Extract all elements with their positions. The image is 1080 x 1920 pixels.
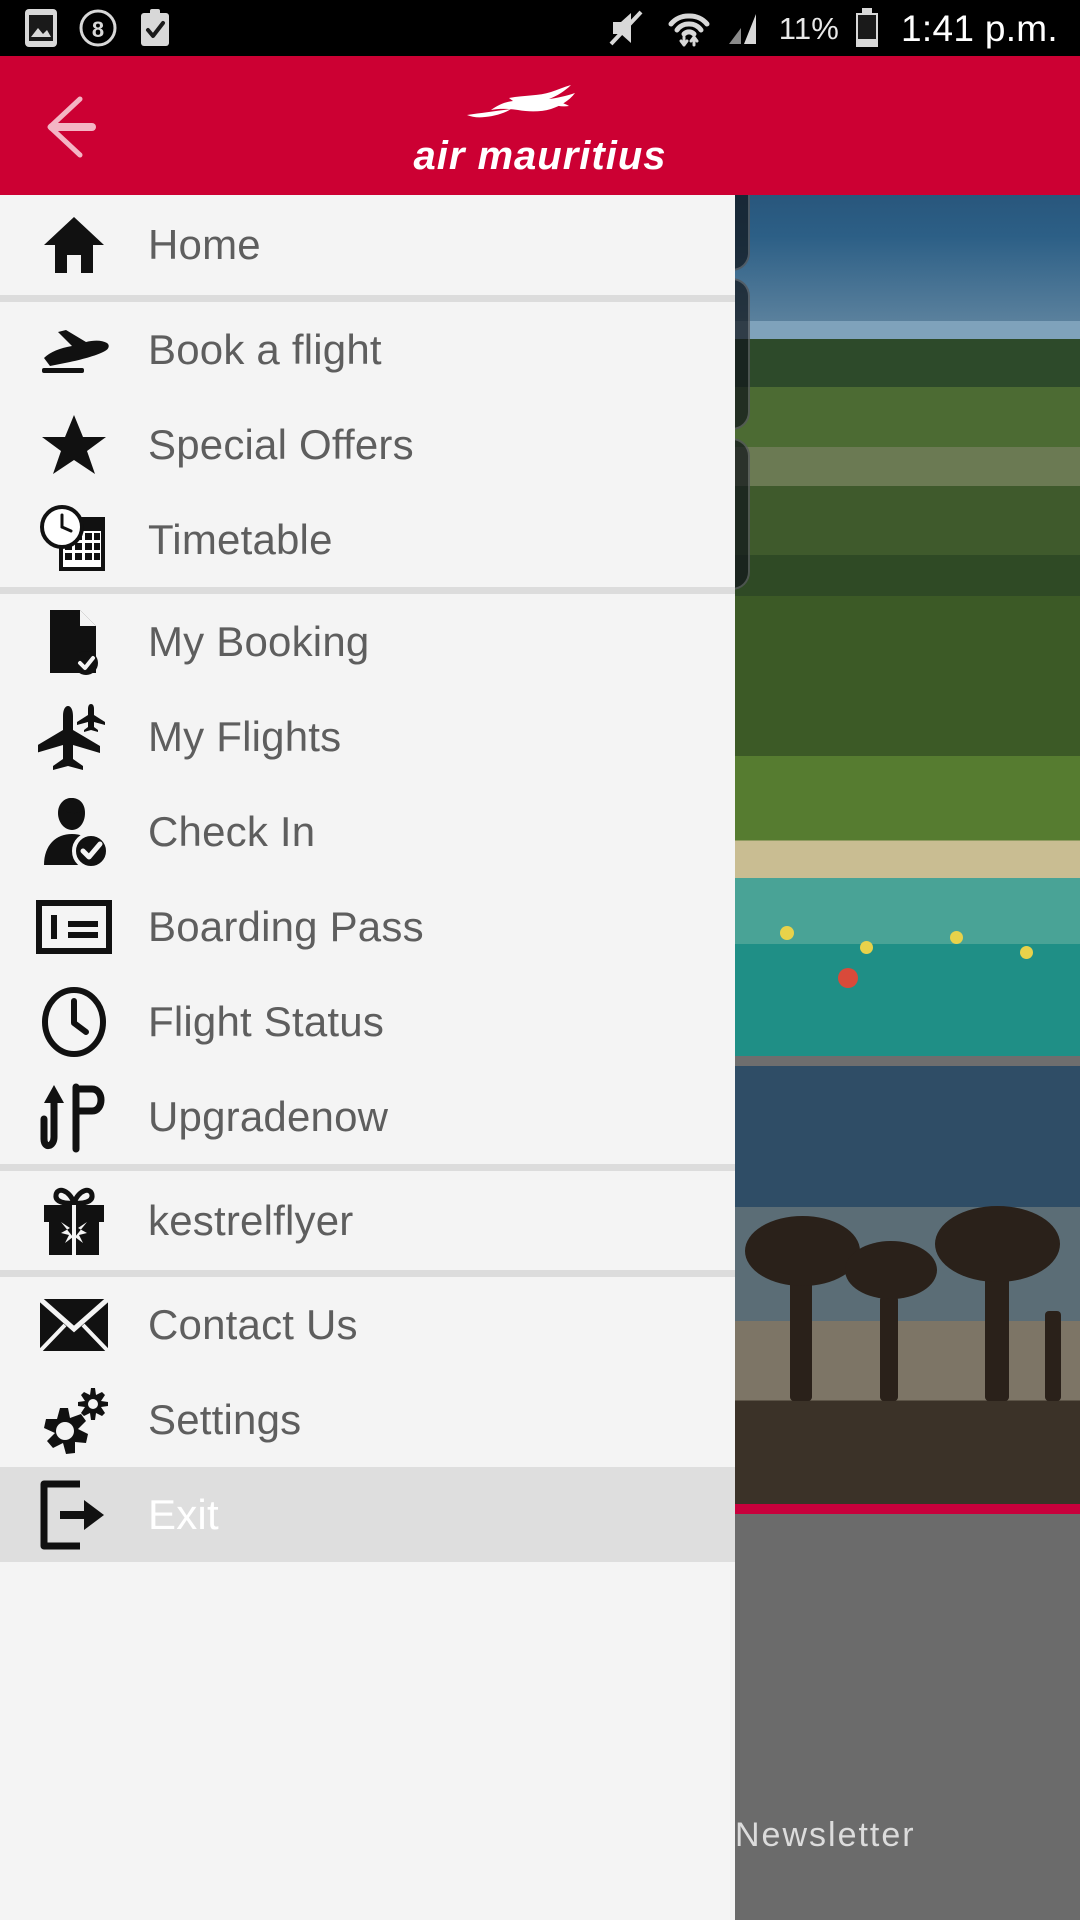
photo-icon	[24, 8, 58, 48]
circle-8-icon: 8	[78, 8, 118, 48]
sidebar-item-special-offers[interactable]: Special Offers	[0, 397, 735, 492]
sidebar-item-label: Flight Status	[148, 997, 385, 1045]
sidebar-item-label: kestrelflyer	[148, 1196, 354, 1244]
sidebar-item-boarding-pass[interactable]: Boarding Pass	[0, 879, 735, 974]
sidebar-item-timetable[interactable]: Timetable	[0, 492, 735, 587]
background-newsletter-label[interactable]: Newsletter	[735, 1816, 916, 1855]
battery-percent-label: 11%	[778, 10, 840, 46]
star-icon	[0, 397, 148, 492]
sidebar-item-my-flights[interactable]: My Flights	[0, 689, 735, 784]
gift-icon	[0, 1173, 148, 1268]
sidebar-item-flight-status[interactable]: Flight Status	[0, 974, 735, 1069]
clock-calendar-icon	[0, 492, 148, 587]
signal-icon	[725, 8, 765, 48]
airplane-takeoff-icon	[0, 302, 148, 397]
svg-text:8: 8	[92, 17, 104, 42]
sidebar-item-label: Special Offers	[148, 420, 414, 468]
sidebar-item-settings[interactable]: Settings	[0, 1372, 735, 1467]
sidebar-item-label: Book a flight	[148, 325, 382, 373]
sidebar-item-label: My Booking	[148, 617, 370, 665]
brand-logo: air mauritius	[0, 80, 1080, 180]
drawer-group-main: Home	[0, 195, 735, 295]
drawer-group-booking: Book a flight Special Offers Timetable	[0, 295, 735, 587]
boarding-pass-icon	[0, 879, 148, 974]
status-bar: 8 11% 1:41 p.m.	[0, 0, 1080, 56]
sidebar-item-label: Boarding Pass	[148, 902, 424, 950]
gears-icon	[0, 1372, 148, 1467]
sidebar-item-kestrelflyer[interactable]: kestrelflyer	[0, 1171, 735, 1270]
person-check-icon	[0, 784, 148, 879]
navigation-drawer: Home Book a flight Special Offers Timeta…	[0, 195, 735, 1920]
sidebar-item-label: Check In	[148, 807, 316, 855]
wifi-icon	[667, 7, 711, 49]
document-check-icon	[0, 594, 148, 689]
drawer-group-trip: My Booking My Flights Check In Boarding …	[0, 587, 735, 1164]
sidebar-item-upgradenow[interactable]: Upgradenow	[0, 1069, 735, 1164]
sidebar-item-home[interactable]: Home	[0, 195, 735, 295]
sidebar-item-label: Exit	[148, 1490, 219, 1538]
sidebar-item-label: My Flights	[148, 712, 342, 760]
clock-outline-icon	[0, 974, 148, 1069]
battery-icon	[853, 7, 881, 49]
sidebar-item-my-booking[interactable]: My Booking	[0, 594, 735, 689]
sidebar-item-label: Contact Us	[148, 1300, 358, 1348]
drawer-group-loyalty: kestrelflyer	[0, 1164, 735, 1270]
envelope-icon	[0, 1277, 148, 1372]
clock-label: 1:41 p.m.	[901, 7, 1058, 49]
sidebar-item-check-in[interactable]: Check In	[0, 784, 735, 879]
airplane-plus-icon	[0, 689, 148, 784]
tropicbird-logo-icon	[465, 82, 615, 132]
drawer-group-support: Contact Us Settings Exit	[0, 1270, 735, 1562]
upgrade-arrow-p-icon	[0, 1069, 148, 1164]
sidebar-item-label: Settings	[148, 1395, 302, 1443]
sidebar-item-contact-us[interactable]: Contact Us	[0, 1277, 735, 1372]
sidebar-item-label: Timetable	[148, 515, 333, 563]
mute-icon	[607, 8, 653, 48]
sidebar-item-label: Home	[148, 221, 261, 268]
home-icon	[0, 198, 148, 293]
sidebar-item-book-a-flight[interactable]: Book a flight	[0, 302, 735, 397]
exit-door-icon	[0, 1467, 148, 1562]
sidebar-item-label: Upgradenow	[148, 1092, 389, 1140]
app-screen: Newsletter s ow 8	[0, 0, 1080, 1920]
clipboard-check-icon	[138, 8, 172, 48]
sidebar-item-exit[interactable]: Exit	[0, 1467, 735, 1562]
app-bar: air mauritius	[0, 56, 1080, 195]
brand-name: air mauritius	[413, 133, 667, 178]
